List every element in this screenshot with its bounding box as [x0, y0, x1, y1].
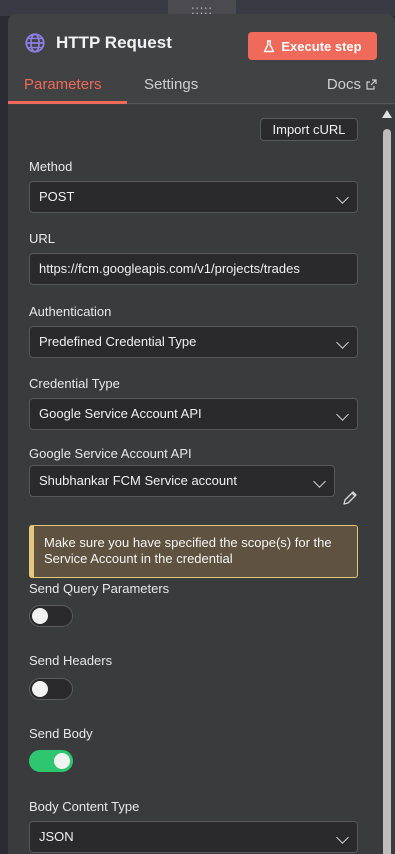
- method-label: Method: [29, 159, 73, 174]
- send-body-label: Send Body: [29, 726, 93, 741]
- tab-bar: Parameters Settings Docs: [8, 68, 395, 104]
- node-title[interactable]: HTTP Request: [56, 33, 172, 53]
- credential-type-label: Credential Type: [29, 376, 120, 391]
- docs-label: Docs: [326, 76, 361, 93]
- authentication-value: Predefined Credential Type: [39, 334, 197, 349]
- chevron-down-icon: [336, 336, 349, 349]
- body-content-type-label: Body Content Type: [29, 799, 140, 814]
- send-body-toggle[interactable]: [29, 750, 73, 772]
- send-query-label: Send Query Parameters: [29, 581, 170, 596]
- execute-step-button[interactable]: Execute step: [248, 32, 377, 60]
- method-select[interactable]: POST: [29, 181, 358, 213]
- chevron-down-icon: [313, 475, 326, 488]
- body-content-type-value: JSON: [39, 829, 74, 844]
- tab-parameters[interactable]: Parameters: [24, 76, 102, 93]
- globe-icon: [25, 33, 45, 53]
- google-sa-label: Google Service Account API: [29, 446, 192, 461]
- scope-warning-notice: Make sure you have specified the scope(s…: [29, 525, 358, 578]
- authentication-label: Authentication: [29, 304, 112, 319]
- active-tab-indicator: [8, 101, 127, 104]
- toggle-knob: [32, 608, 48, 624]
- body-content-type-select[interactable]: JSON: [29, 821, 358, 853]
- chevron-down-icon: [336, 831, 349, 844]
- credential-type-value: Google Service Account API: [39, 406, 202, 421]
- toggle-knob: [54, 753, 70, 769]
- send-query-toggle[interactable]: [29, 605, 73, 627]
- url-input[interactable]: https://fcm.googleapis.com/v1/projects/t…: [29, 253, 358, 285]
- url-value: https://fcm.googleapis.com/v1/projects/t…: [39, 261, 300, 276]
- credential-type-select[interactable]: Google Service Account API: [29, 398, 358, 430]
- node-panel: HTTP Request Execute step Parameters Set…: [8, 14, 395, 854]
- pencil-icon[interactable]: [342, 490, 358, 506]
- scrollbar[interactable]: [378, 105, 395, 854]
- google-sa-select[interactable]: Shubhankar FCM Service account: [29, 465, 335, 497]
- chevron-down-icon: [336, 408, 349, 421]
- flask-icon: [264, 39, 275, 52]
- send-headers-label: Send Headers: [29, 653, 113, 668]
- external-link-icon: [366, 79, 377, 90]
- scroll-up-icon[interactable]: [382, 110, 392, 118]
- docs-link[interactable]: Docs: [327, 76, 377, 93]
- toggle-knob: [32, 681, 48, 697]
- google-sa-value: Shubhankar FCM Service account: [39, 473, 237, 488]
- send-headers-toggle[interactable]: [29, 678, 73, 700]
- scroll-thumb[interactable]: [383, 129, 391, 854]
- authentication-select[interactable]: Predefined Credential Type: [29, 326, 358, 358]
- url-label: URL: [29, 231, 56, 246]
- chevron-down-icon: [336, 191, 349, 204]
- execute-step-label: Execute step: [281, 38, 362, 54]
- import-curl-button[interactable]: Import cURL: [260, 118, 358, 141]
- title-group: HTTP Request: [24, 32, 172, 54]
- method-value: POST: [39, 189, 75, 204]
- tab-settings[interactable]: Settings: [144, 76, 198, 93]
- parameters-content: Import cURL Method POST URL https://fcm.…: [8, 105, 378, 854]
